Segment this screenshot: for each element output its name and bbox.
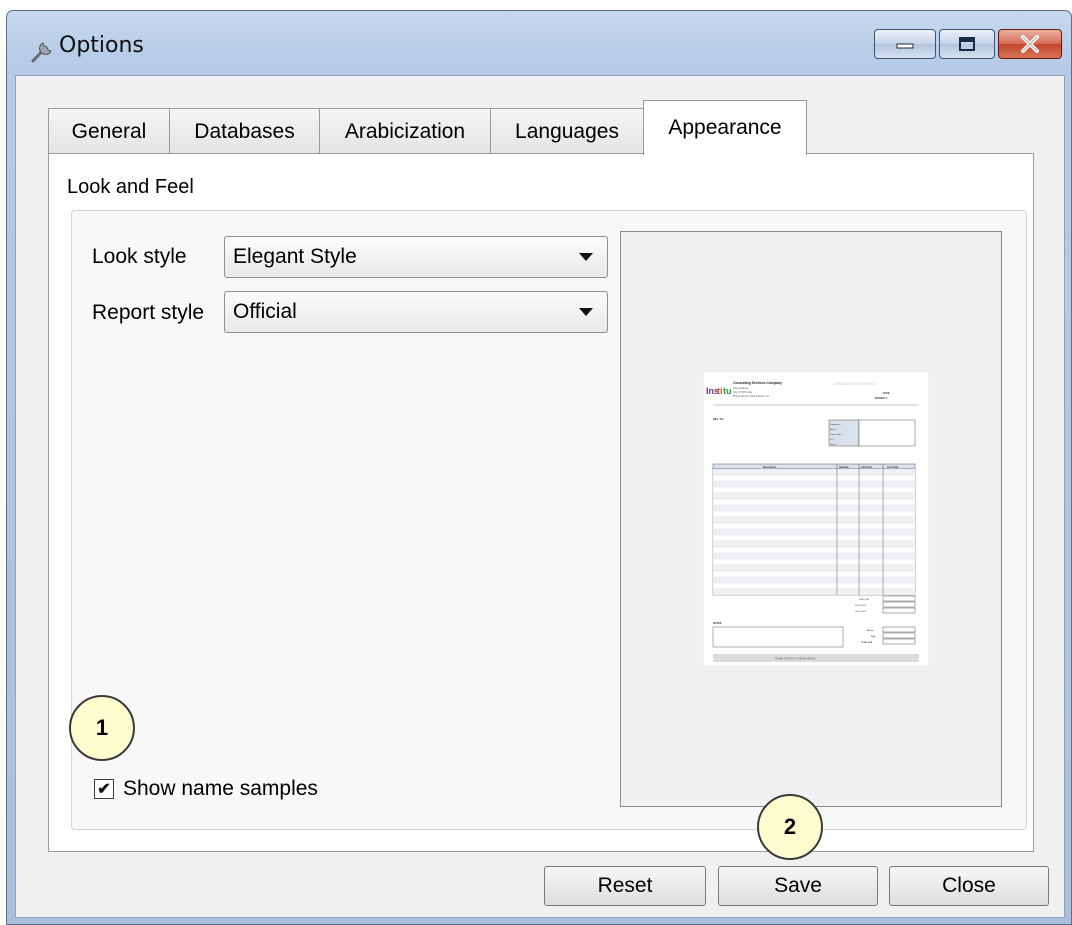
svg-text:Description: Description [763, 466, 777, 469]
svg-text:Quantity: Quantity [839, 466, 849, 469]
chevron-down-icon [579, 253, 593, 261]
checkbox-box[interactable]: ✔ [94, 779, 114, 799]
svg-text:P.O. #: P.O. # [830, 439, 836, 441]
tab-arabicization[interactable]: Arabicization [319, 108, 491, 154]
restore-icon [940, 30, 994, 58]
show-name-samples-label: Show name samples [123, 777, 318, 800]
look-and-feel-group: Look style Elegant Style Report style Of… [71, 210, 1027, 830]
invoice-address-3: Phone Number, Web Address, etc. [733, 395, 770, 398]
svg-text:SUBTOTAL: SUBTOTAL [859, 598, 870, 601]
invoice-number-label: INVOICE #: [875, 397, 888, 400]
section-title: Look and Feel [67, 176, 194, 198]
close-icon [999, 30, 1061, 58]
callout-2: 2 [757, 794, 823, 860]
report-style-value: Official [233, 300, 297, 323]
tab-appearance[interactable]: Appearance [643, 100, 807, 155]
report-style-dropdown[interactable]: Official [224, 291, 608, 333]
wrench-icon [31, 42, 52, 63]
svg-text:Matter #: Matter # [830, 428, 838, 431]
svg-text:Line Total: Line Total [887, 466, 898, 469]
svg-text:Unit Price: Unit Price [861, 466, 873, 469]
report-style-label: Report style [92, 301, 205, 324]
save-button[interactable]: Save [718, 866, 878, 906]
invoice-thumbnail: Ins ti tu Consulting Services Company CO… [703, 372, 929, 666]
title-bar[interactable]: Options [7, 11, 1071, 75]
tab-databases[interactable]: Databases [169, 108, 320, 154]
svg-text:PST 0.000%: PST 0.000% [855, 605, 866, 607]
reset-button[interactable]: Reset [544, 866, 706, 906]
close-button[interactable]: Close [889, 866, 1049, 906]
invoice-address-1: Street Address [733, 387, 749, 390]
minimize-icon [875, 30, 935, 58]
options-window: Options General Databases Arabicization … [6, 10, 1072, 925]
tab-general[interactable]: General [48, 108, 170, 154]
close-window-button[interactable] [998, 29, 1062, 59]
minimize-button[interactable] [874, 29, 936, 59]
look-style-dropdown[interactable]: Elegant Style [224, 236, 608, 278]
svg-text:THANK YOU FOR YOUR BUSINESS!: THANK YOU FOR YOUR BUSINESS! [775, 658, 816, 661]
look-style-value: Elegant Style [233, 245, 357, 268]
checkmark-icon: ✔ [97, 781, 111, 798]
company-logo-icon: Ins ti tu [706, 386, 732, 396]
svg-text:ti: ti [717, 386, 723, 396]
window-title: Options [59, 33, 144, 58]
svg-text:Requisition #: Requisition # [830, 423, 842, 426]
show-name-samples-checkbox[interactable]: ✔ Show name samples [94, 777, 318, 801]
callout-1: 1 [69, 695, 135, 761]
svg-text:NOTES:: NOTES: [713, 622, 722, 625]
svg-text:Client Code #: Client Code # [830, 433, 843, 436]
tab-languages[interactable]: Languages [490, 108, 644, 154]
report-preview: Ins ti tu Consulting Services Company CO… [620, 231, 1002, 807]
appearance-tab-panel: Look and Feel Look style Elegant Style R… [48, 153, 1034, 852]
svg-text:GST 0.000%: GST 0.000% [855, 611, 867, 613]
look-style-label: Look style [92, 245, 187, 268]
invoice-date-label: DATE: [883, 392, 890, 395]
invoice-bill-to: BILL TO: [713, 417, 724, 421]
svg-text:TOTAL DUE: TOTAL DUE [861, 641, 873, 644]
invoice-company: Consulting Services Company [733, 381, 782, 385]
invoice-heading: CONSULTING INVOICE [833, 381, 877, 386]
restore-button[interactable] [939, 29, 995, 59]
chevron-down-icon [579, 308, 593, 316]
svg-text:tu: tu [723, 386, 732, 396]
invoice-address-2: City, ST ZIP Code [733, 391, 753, 394]
dialog-body: General Databases Arabicization Language… [15, 75, 1065, 918]
svg-text:Ext fee: Ext fee [867, 629, 874, 632]
svg-text:Terms: Terms [830, 444, 835, 446]
